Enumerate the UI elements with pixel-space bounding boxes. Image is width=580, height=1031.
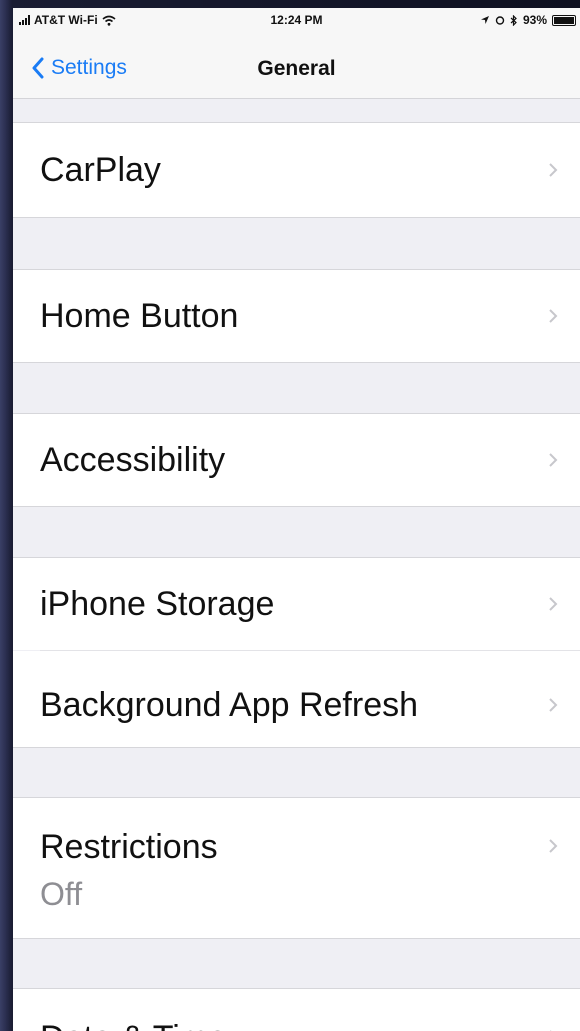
row-label: Date & Time: [40, 1019, 227, 1031]
battery-icon: [552, 14, 576, 26]
chevron-right-icon: [549, 839, 558, 853]
battery-percent: 93%: [522, 13, 547, 27]
screen: AT&T Wi-Fi 12:24 PM 93% Settings General…: [13, 8, 580, 1031]
page-title: General: [257, 57, 336, 80]
list-item-background-app-refresh[interactable]: Background App Refresh: [13, 651, 580, 747]
list-item-accessibility[interactable]: Accessibility: [13, 414, 580, 506]
list-item-date-time[interactable]: Date & Time: [13, 989, 580, 1031]
status-right: 93%: [480, 13, 576, 27]
list-item-iphone-storage[interactable]: iPhone Storage: [13, 558, 580, 650]
location-arrow-icon: [480, 16, 489, 24]
chevron-right-icon: [549, 698, 558, 712]
list-item-home-button[interactable]: Home Button: [13, 270, 580, 362]
row-label: iPhone Storage: [40, 585, 275, 623]
row-label: CarPlay: [40, 151, 161, 189]
navigation-bar: Settings General: [13, 34, 580, 99]
list-item-restrictions[interactable]: Restrictions Off: [13, 798, 580, 938]
section-divider: [13, 506, 580, 507]
chevron-right-icon: [549, 597, 558, 611]
row-label: Home Button: [40, 297, 239, 335]
alarm-icon: [495, 16, 505, 25]
status-bar: AT&T Wi-Fi 12:24 PM 93%: [13, 8, 580, 34]
device-frame: AT&T Wi-Fi 12:24 PM 93% Settings General…: [0, 0, 580, 1031]
section-divider: [13, 217, 580, 218]
row-label: Accessibility: [40, 441, 226, 479]
section-divider: [13, 362, 580, 363]
chevron-right-icon: [549, 309, 558, 323]
section-divider: [13, 938, 580, 939]
list-item-carplay[interactable]: CarPlay: [13, 123, 580, 217]
chevron-right-icon: [549, 163, 558, 177]
row-value: Off: [40, 876, 83, 912]
section-divider: [13, 747, 580, 748]
row-label: Background App Refresh: [40, 686, 419, 724]
bluetooth-icon: [510, 14, 517, 26]
chevron-right-icon: [549, 453, 558, 467]
row-label: Restrictions: [40, 828, 218, 866]
